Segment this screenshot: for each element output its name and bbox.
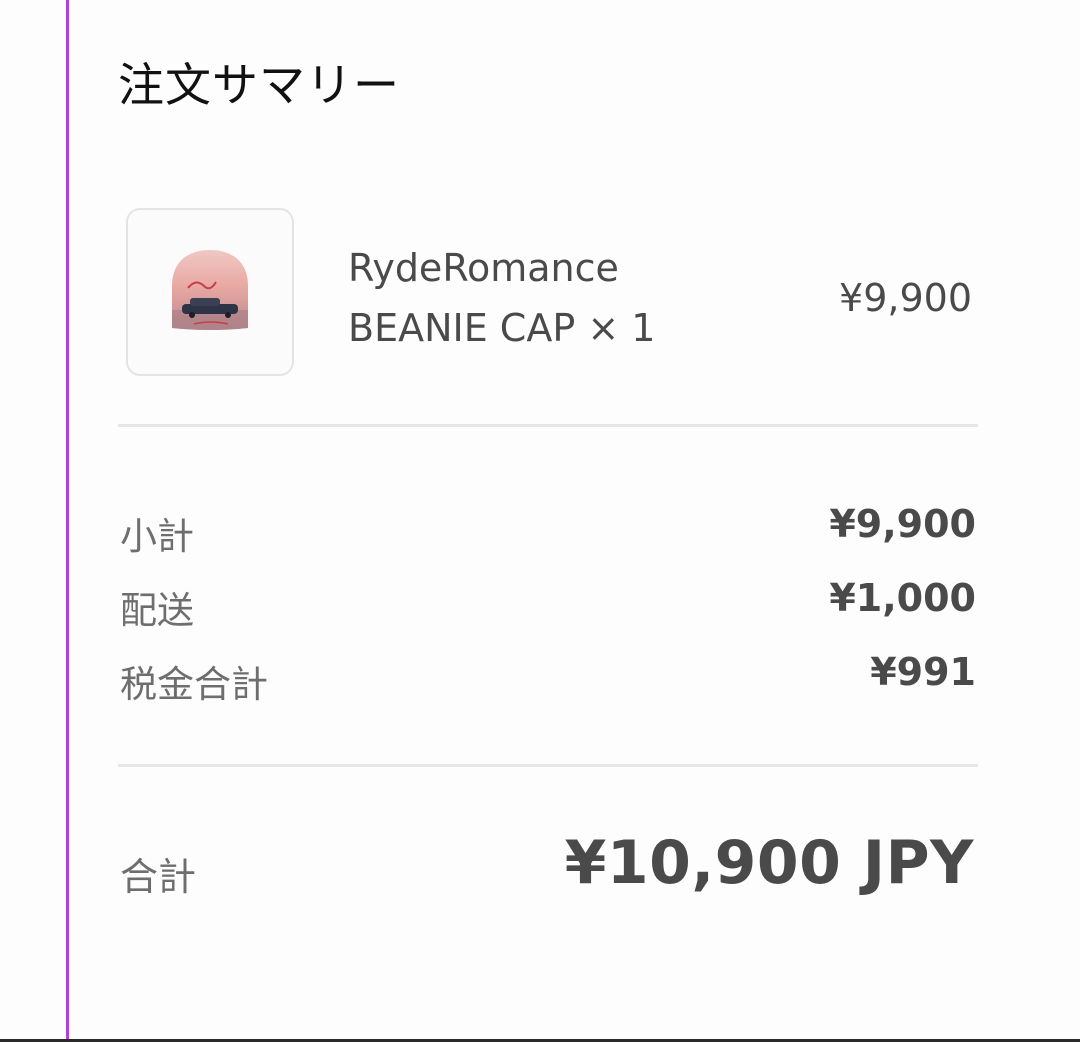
product-name-line2: BEANIE CAP × 1 [348, 306, 656, 350]
tax-label: 税金合計 [120, 663, 268, 706]
order-summary-page: 注文サマリー RydeRomance BEANIE CAP × 1 ¥9,900 [0, 0, 1080, 1042]
subtotal-label: 小計 [120, 515, 194, 558]
left-accent-rule [66, 0, 69, 1042]
subtotal-value: ¥9,900 [829, 502, 976, 546]
order-summary-title: 注文サマリー [118, 58, 400, 112]
shipping-value: ¥1,000 [829, 576, 976, 620]
divider-bottom [118, 764, 978, 767]
beanie-cap-product-image [172, 250, 248, 330]
product-price: ¥9,900 [839, 276, 972, 320]
divider-top [118, 424, 978, 427]
shipping-label: 配送 [120, 589, 194, 632]
tax-value: ¥991 [870, 650, 976, 694]
total-label: 合計 [120, 855, 197, 899]
product-thumbnail [126, 208, 294, 376]
product-name: RydeRomance BEANIE CAP × 1 [348, 238, 655, 358]
total-value: ¥10,900 JPY [564, 828, 974, 898]
product-name-line1: RydeRomance [348, 246, 619, 290]
